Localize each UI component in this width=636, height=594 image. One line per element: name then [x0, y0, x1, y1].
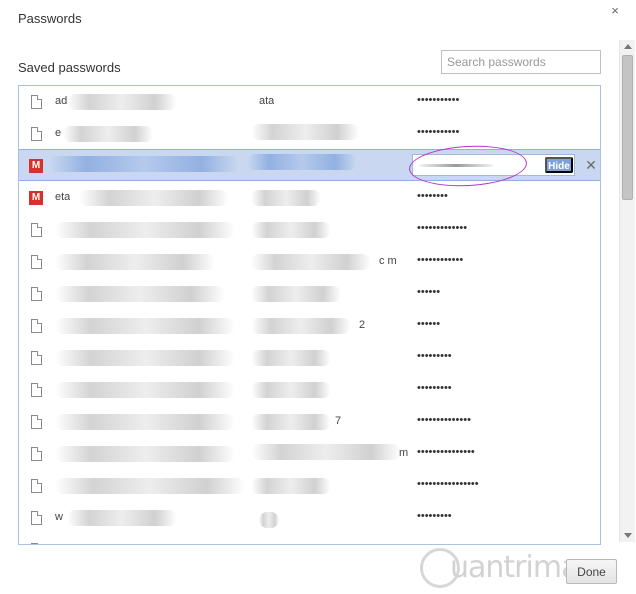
dialog-title: Passwords [18, 11, 82, 26]
blur-mask [55, 414, 235, 430]
password-mask: •••••••• [417, 190, 448, 202]
page-icon [31, 479, 42, 493]
blur-mask [251, 124, 359, 140]
username-text: 2 [359, 319, 366, 331]
username-text: c m [379, 255, 397, 267]
scroll-up-arrow-icon[interactable] [624, 44, 632, 49]
scroll-down-arrow-icon[interactable] [624, 533, 632, 538]
page-icon [31, 447, 42, 461]
site-text: e [55, 127, 62, 139]
page-icon [31, 255, 42, 269]
password-mask: •••••• [417, 318, 441, 330]
page-icon [31, 543, 42, 544]
blur-mask [55, 382, 235, 398]
password-row[interactable]: M eta •••••••• [19, 182, 600, 214]
watermark-circle-icon [420, 548, 460, 588]
blur-mask [67, 94, 177, 110]
password-row[interactable]: •••••••••••••••• [19, 470, 600, 502]
password-row[interactable]: e ••••••••••• [19, 118, 600, 150]
scrollbar[interactable] [619, 40, 635, 542]
page-icon [31, 383, 42, 397]
password-mask: ••••••••• [417, 510, 452, 522]
blur-mask [259, 512, 279, 528]
passwords-dialog: Passwords × Saved passwords ad ata •••••… [0, 0, 636, 594]
blur-mask [251, 444, 401, 460]
password-row[interactable]: ••••••••••••• [19, 214, 600, 246]
password-mask: ••••••••• [417, 350, 452, 362]
blur-mask [55, 286, 225, 302]
username-text: m [399, 447, 409, 459]
password-mask: •••••••••••• [417, 254, 464, 266]
page-icon [31, 95, 42, 109]
blur-mask [55, 254, 215, 270]
blur-mask [55, 318, 235, 334]
page-icon [31, 351, 42, 365]
site-text: ad [55, 95, 68, 107]
saved-passwords-label: Saved passwords [18, 60, 121, 75]
blur-mask [55, 478, 245, 494]
page-icon [31, 127, 42, 141]
scroll-thumb[interactable] [622, 55, 633, 200]
username-text: 7 [335, 415, 342, 427]
hide-password-button[interactable]: Hide [545, 157, 573, 173]
blur-mask [67, 510, 177, 526]
close-icon[interactable]: × [608, 4, 622, 18]
blur-mask [247, 154, 357, 170]
blur-mask [251, 318, 351, 334]
blur-mask [55, 222, 235, 238]
password-row[interactable]: 7 •••••••••••••• [19, 406, 600, 438]
password-mask: ••••••••••• [417, 126, 460, 138]
blur-mask [251, 382, 331, 398]
password-row[interactable]: ••••••••• [19, 342, 600, 374]
watermark-logo: uantrimang [418, 544, 616, 594]
page-icon [31, 319, 42, 333]
blur-mask [251, 350, 331, 366]
password-list: ad ata ••••••••••• e ••••••••••• M Hide … [18, 85, 601, 545]
password-mask: ••••••••••••• [417, 222, 468, 234]
password-row[interactable] [19, 534, 600, 544]
password-row[interactable]: w ••••••••• [19, 502, 600, 534]
password-mask: ••••••••••••••• [417, 446, 475, 458]
password-mask: •••••••••••••• [417, 414, 471, 426]
password-row[interactable]: ad ata ••••••••••• [19, 86, 600, 118]
password-mask: ••••••••••• [417, 94, 460, 106]
password-mask: •••••••••••••••• [417, 478, 479, 490]
blur-mask [79, 190, 229, 206]
gmail-favicon: M [29, 159, 43, 173]
page-icon [31, 223, 42, 237]
revealed-password-blur [419, 164, 493, 167]
delete-icon[interactable]: ✕ [584, 157, 598, 173]
password-mask: ••••••••• [417, 382, 452, 394]
password-row[interactable]: m ••••••••••••••• [19, 438, 600, 470]
password-row[interactable]: 2 •••••• [19, 310, 600, 342]
blur-mask [55, 350, 235, 366]
page-icon [31, 415, 42, 429]
username-text: ata [259, 95, 275, 107]
password-row-selected[interactable]: M Hide ✕ [19, 142, 600, 190]
search-input[interactable] [441, 50, 601, 74]
password-row[interactable]: ••••••••• [19, 374, 600, 406]
blur-mask [251, 222, 331, 238]
password-mask: •••••• [417, 286, 441, 298]
page-icon [31, 287, 42, 301]
blur-mask [251, 286, 341, 302]
blur-mask [251, 190, 321, 206]
blur-mask [251, 414, 331, 430]
page-icon [31, 511, 42, 525]
blur-mask [49, 156, 239, 172]
done-button[interactable]: Done [566, 559, 617, 584]
site-text: w [55, 511, 63, 523]
password-row[interactable]: •••••• [19, 278, 600, 310]
blur-mask [251, 478, 331, 494]
blur-mask [251, 254, 371, 270]
gmail-favicon: M [29, 191, 43, 205]
site-text: eta [55, 191, 71, 203]
blur-mask [55, 446, 235, 462]
blur-mask [63, 126, 153, 142]
password-row[interactable]: c m •••••••••••• [19, 246, 600, 278]
